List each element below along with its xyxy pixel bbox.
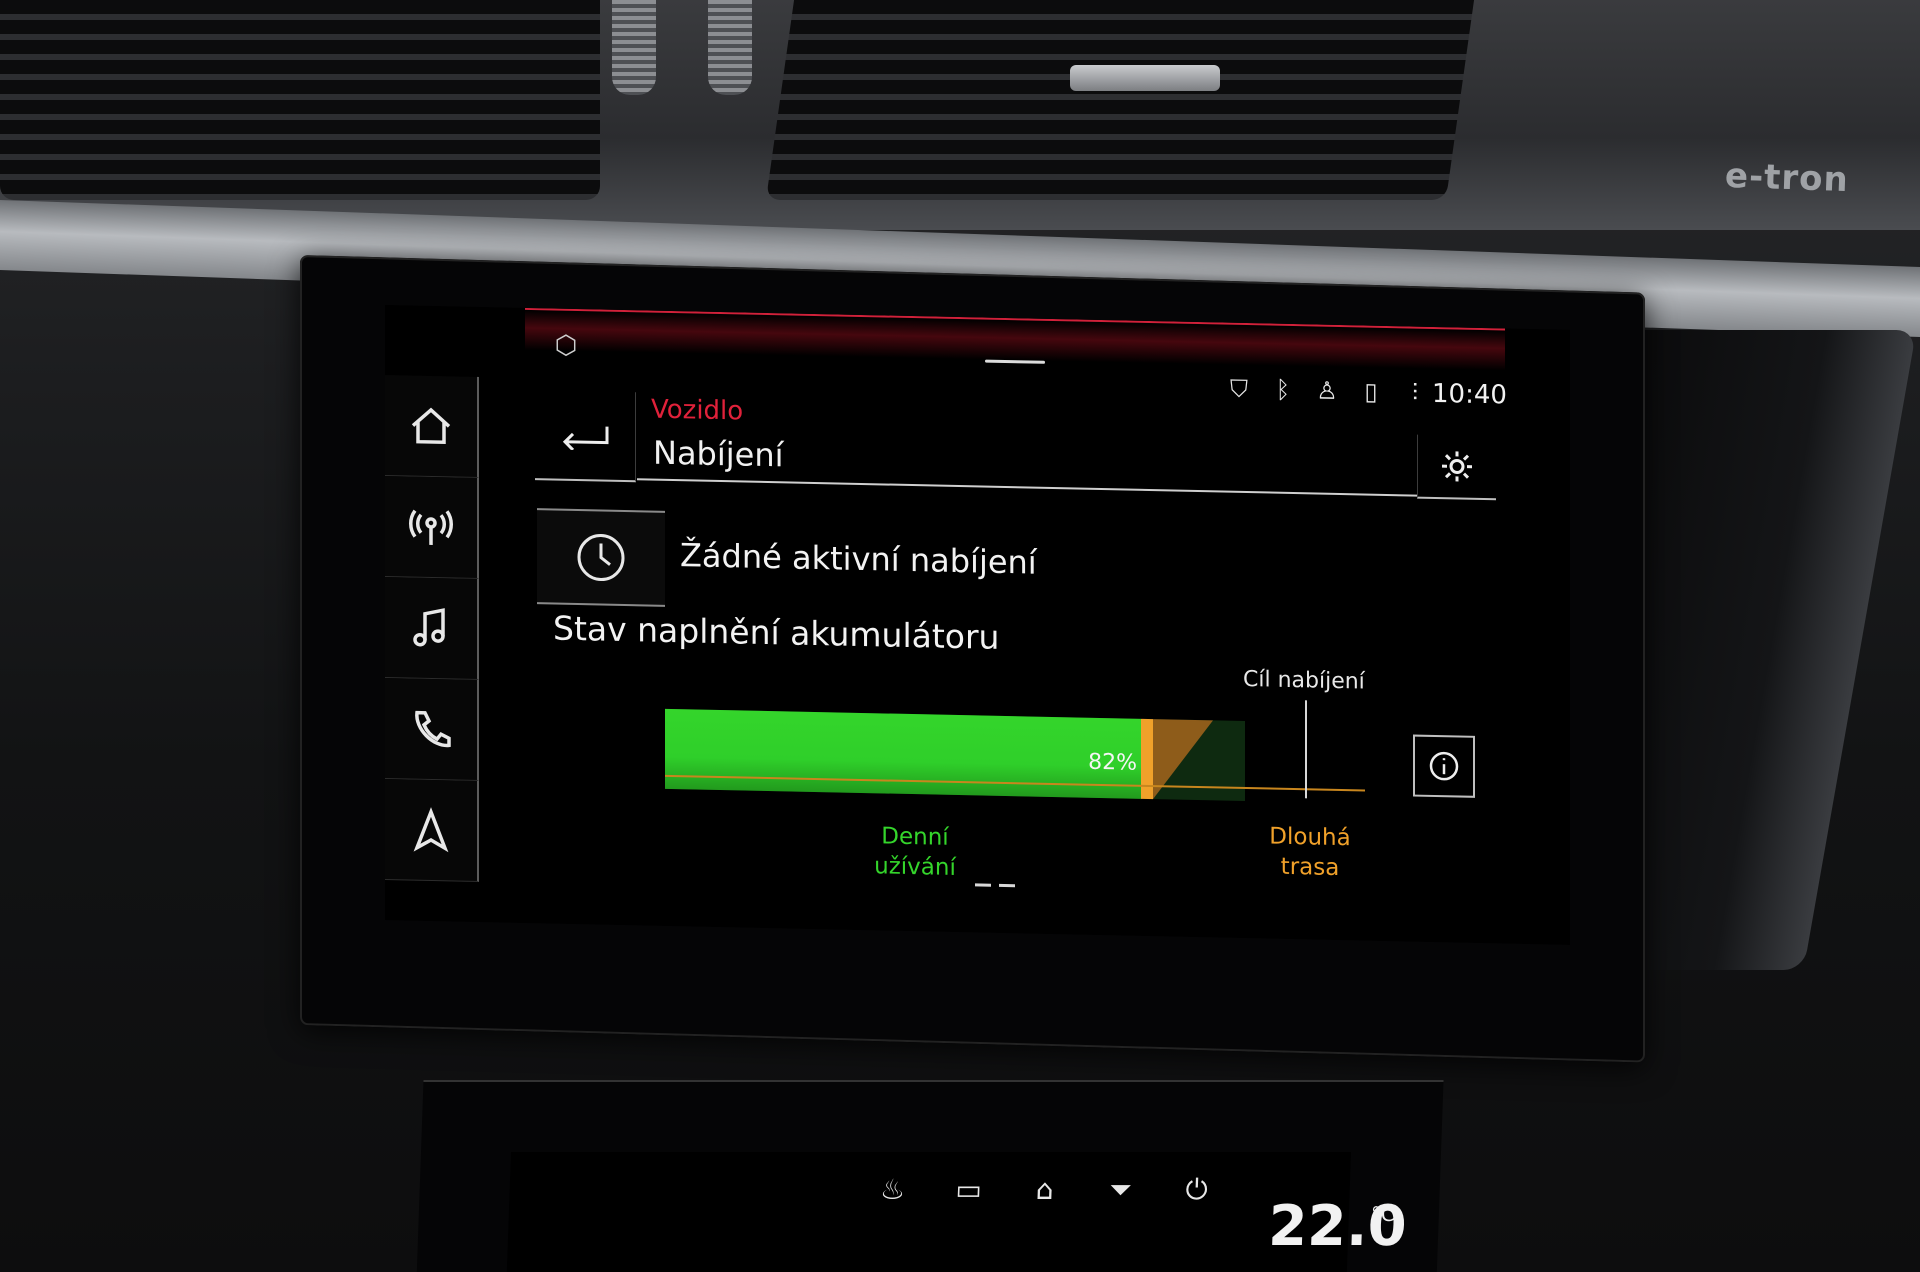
- air-vent-left: [0, 0, 600, 200]
- navigation-icon: [413, 807, 449, 853]
- vent-slider: [1070, 65, 1220, 91]
- air-vent-right: [765, 0, 1475, 200]
- sidebar-item-home[interactable]: [385, 375, 479, 478]
- music-icon: [413, 608, 445, 647]
- header-divider: [637, 478, 1417, 497]
- cube-icon[interactable]: ⬡: [553, 331, 579, 361]
- battery-gauge[interactable]: Cíl nabíjení 82% Denní užívání Dlouhá tras…: [665, 651, 1425, 881]
- temperature-unit: °C: [1370, 1202, 1396, 1226]
- user-profile-icon: ♙: [1316, 376, 1338, 405]
- seat-heat-icon[interactable]: ♨: [869, 1172, 916, 1208]
- climate-controls: ♨ ▭ ⌂ ⏷ ⏻: [869, 1172, 1220, 1208]
- sidebar-item-navigation[interactable]: [385, 779, 479, 882]
- info-icon: [1429, 751, 1459, 781]
- infotainment-screen: ⬡ ⛉ ᛒ ♙ ▯ ⫶ 10:40 Vozidlo Nabíjení Žádné…: [385, 305, 1570, 945]
- lte-signal-icon: ⫶: [1412, 378, 1418, 407]
- sidebar-item-media[interactable]: [385, 577, 479, 680]
- status-clock: 10:40: [1432, 378, 1507, 411]
- charging-timer-button[interactable]: [537, 508, 665, 607]
- windshield-off-icon[interactable]: ⏷: [1097, 1172, 1144, 1208]
- radio-icon: [409, 509, 453, 546]
- page-title: Nabíjení: [653, 433, 784, 475]
- sidebar-item-radio[interactable]: [385, 476, 479, 579]
- page-dot: [999, 883, 1015, 888]
- page-dot: [975, 883, 991, 887]
- zone-daily-label: Denní užívání: [874, 823, 956, 881]
- vent-knob-right: [708, 0, 752, 95]
- location-shield-icon: ⛉: [1230, 374, 1248, 404]
- zone-long-label: Dlouhá trasa: [1269, 823, 1351, 881]
- back-button[interactable]: [535, 390, 636, 483]
- climate-display: ♨ ▭ ⌂ ⏷ ⏻ 22.0 °C: [416, 1080, 1444, 1272]
- climate-power-icon[interactable]: ⏻: [1173, 1172, 1220, 1208]
- settings-button[interactable]: [1417, 434, 1496, 501]
- charge-target-label: Cíl nabíjení: [1243, 666, 1365, 695]
- car-dashboard: e-tron ⬡ ⛉ ᛒ ♙ ▯ ⫶ 10:40 Vozidlo Nabíjen…: [0, 0, 1920, 1272]
- bluetooth-icon: ᛒ: [1275, 375, 1291, 404]
- battery-percent: 82%: [1088, 749, 1137, 776]
- sidebar-item-phone[interactable]: [385, 678, 479, 781]
- home-icon: [411, 407, 451, 445]
- rear-defrost-icon[interactable]: ▭: [945, 1172, 992, 1208]
- phone-icon: [415, 710, 451, 748]
- breadcrumb: Vozidlo: [651, 394, 744, 427]
- climate-screen: ♨ ▭ ⌂ ⏷ ⏻: [506, 1152, 1352, 1272]
- pull-down-handle[interactable]: [985, 359, 1045, 364]
- battery-section-title: Stav naplnění akumulátoru: [553, 608, 1000, 657]
- dashboard-vents-area: [0, 0, 1920, 230]
- charging-status-text: Žádné aktivní nabíjení: [680, 536, 1037, 582]
- recirculation-icon[interactable]: ⌂: [1021, 1172, 1068, 1208]
- charge-target-marker[interactable]: [1305, 700, 1307, 799]
- page-indicator: [975, 883, 1015, 888]
- phone-battery-icon: ▯: [1364, 377, 1378, 406]
- info-button[interactable]: [1413, 734, 1475, 798]
- brand-badge: e-tron: [1724, 155, 1850, 201]
- vent-knob-left: [612, 0, 656, 95]
- clock-icon: [577, 534, 625, 582]
- status-icons: ⛉ ᛒ ♙ ▯ ⫶: [1225, 375, 1429, 407]
- main-sidebar: [385, 375, 485, 897]
- gear-icon: [1442, 451, 1472, 482]
- back-arrow-icon: [562, 426, 609, 451]
